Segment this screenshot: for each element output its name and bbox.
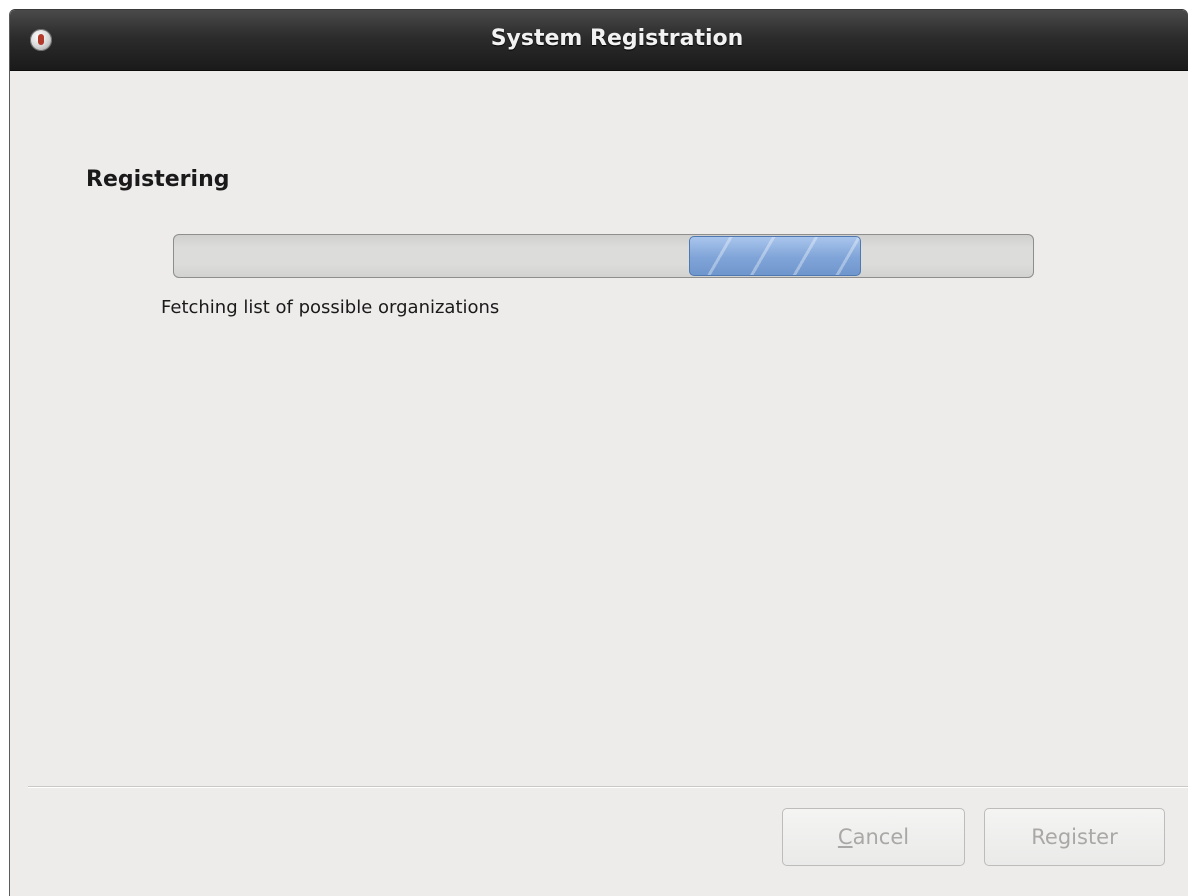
status-text: Fetching list of possible organizations <box>161 297 500 318</box>
button-area-divider <box>28 786 1188 788</box>
progress-pulse <box>689 236 862 276</box>
cancel-button[interactable]: Cancel <box>782 808 965 866</box>
cancel-label: ancel <box>852 825 910 849</box>
progress-bar <box>173 234 1034 278</box>
title-bar[interactable]: System Registration <box>10 10 1188 71</box>
window-title: System Registration <box>490 26 744 51</box>
page-heading: Registering <box>86 167 230 192</box>
cancel-mnemonic: C <box>837 825 853 849</box>
registration-window: System Registration Registering Fetching… <box>9 9 1188 896</box>
register-button[interactable]: Register <box>984 808 1165 866</box>
